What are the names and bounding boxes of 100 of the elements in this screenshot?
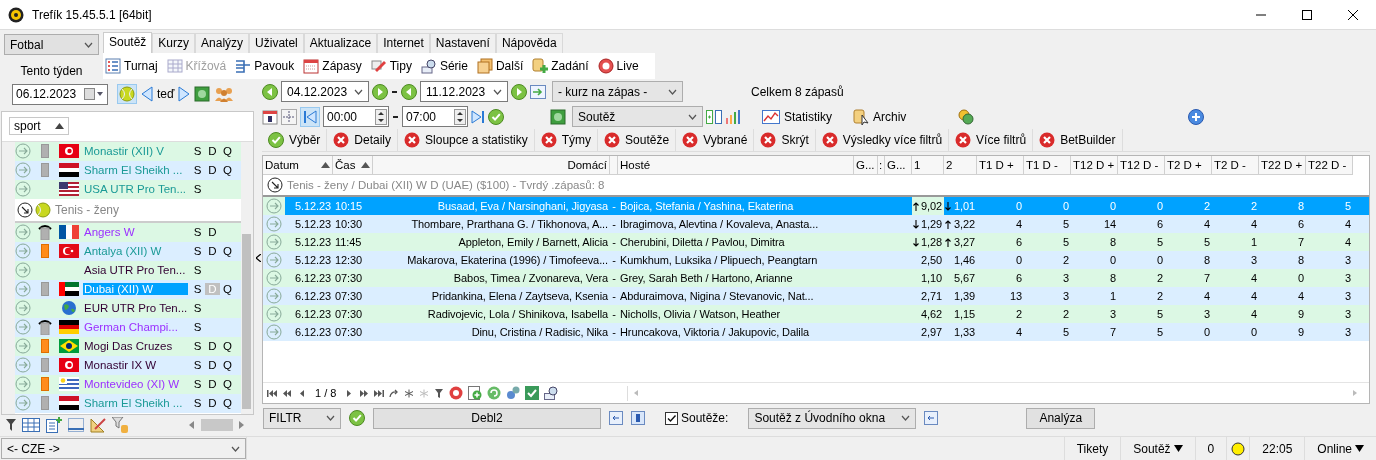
tennis-ball-button[interactable] [117, 84, 137, 105]
filter-tab[interactable]: Sloupce a statistiky [398, 129, 535, 152]
refresh-icon[interactable] [487, 386, 502, 401]
next-icon[interactable] [178, 86, 191, 103]
time-spinner[interactable]: 07:00 [402, 106, 468, 128]
menu-tab[interactable]: Internet [377, 33, 430, 53]
dotted-grid-icon[interactable] [68, 418, 84, 433]
competition-name[interactable]: Asia UTR Pro Ten... [83, 264, 188, 277]
toolbar-button[interactable]: Série [420, 58, 468, 74]
plus-icon[interactable] [1188, 108, 1205, 125]
column-header[interactable]: Datum [263, 156, 333, 176]
status-letter[interactable]: Q [220, 397, 235, 410]
filter-tab[interactable]: Detaily [327, 129, 399, 152]
status-letter[interactable]: Q [220, 283, 235, 296]
table-row[interactable]: 5.12.23 10:15 Busaad, Eva / Narsinghani, Jigyasa - Bojica, Stefania / Yashina, Ekaterina 9,02 1,01 0 0 0 0 2 2 8 5 [263, 197, 1369, 216]
status-letter[interactable]: S [190, 226, 205, 239]
stop-icon[interactable] [449, 386, 464, 401]
status-letter[interactable]: S [190, 340, 205, 353]
status-letter[interactable]: Q [220, 145, 235, 158]
menu-tab[interactable]: Aktualizace [303, 33, 378, 53]
table-icon[interactable] [22, 418, 40, 433]
status-letter[interactable]: D [205, 164, 220, 177]
scrollbar-thumb[interactable] [201, 419, 233, 432]
column-header[interactable]: T1 D + [977, 156, 1024, 176]
column-header[interactable]: G... [854, 156, 878, 176]
status-letter[interactable]: D [205, 359, 220, 372]
competition-name[interactable]: EUR UTR Pro Ten... [83, 302, 188, 315]
arrow-circle-icon[interactable] [267, 177, 283, 194]
check-box-icon[interactable] [525, 386, 540, 401]
column-header[interactable]: G... [885, 156, 912, 176]
column-header[interactable]: T12 D + [1071, 156, 1118, 176]
status-letter[interactable]: Q [220, 340, 235, 353]
status-letter[interactable]: D [205, 226, 220, 239]
status-letter[interactable]: S [190, 359, 205, 372]
competition-name[interactable]: German Champi... [83, 321, 188, 334]
toolbar-button[interactable]: Live [597, 58, 639, 74]
status-letter[interactable]: S [190, 378, 205, 391]
toolbar-button[interactable]: Turnaj [105, 58, 158, 74]
arrow-circle-icon[interactable] [17, 201, 33, 218]
archive-button[interactable]: Archiv [853, 108, 907, 125]
list-row[interactable]: Monastir (XII) V S D Q [15, 141, 241, 161]
date-dropdown[interactable]: 04.12.2023 [281, 81, 369, 103]
column-header[interactable]: Čas [333, 156, 373, 176]
column-header[interactable]: T12 D - [1118, 156, 1165, 176]
column-header[interactable]: T1 D - [1024, 156, 1071, 176]
filter-tab[interactable]: Výsledky více filtrů [815, 129, 950, 152]
status-letter[interactable]: S [190, 245, 205, 258]
competition-name[interactable]: Mogi Das Cruzes [83, 340, 188, 353]
sort-column-button[interactable]: sport [9, 117, 69, 136]
competitions-checkbox[interactable] [665, 411, 678, 425]
first-page-icon[interactable] [267, 388, 277, 398]
filter-name-field[interactable]: Debl2 [373, 407, 601, 429]
filter-icon[interactable] [434, 388, 445, 398]
toolbar-button[interactable]: Zadání [532, 58, 589, 74]
column-header[interactable]: T2 D - [1212, 156, 1259, 176]
filter-tab[interactable]: Výběr [262, 129, 328, 152]
menu-tab[interactable]: Uživatel [249, 33, 304, 53]
status-letter[interactable]: Q [220, 378, 235, 391]
filter-database-icon[interactable] [112, 417, 128, 434]
money-icon[interactable] [194, 86, 211, 103]
filter-tab[interactable]: Více filtrů [949, 129, 1034, 152]
status-letter[interactable]: D [205, 145, 220, 158]
date-dropdown[interactable]: 11.12.2023 [420, 81, 508, 103]
status-letter[interactable]: Q [220, 164, 235, 177]
competition-name[interactable]: Angers W [83, 226, 188, 239]
status-letter[interactable]: Q [220, 245, 235, 258]
coins-icon[interactable] [958, 108, 975, 125]
filter-tab[interactable]: BetBuilder [1033, 129, 1123, 152]
column-header[interactable]: : [878, 156, 885, 176]
status-letter[interactable]: Q [220, 359, 235, 372]
toolbar-button[interactable]: Zápasy [303, 58, 362, 74]
status-letter[interactable]: S [190, 302, 205, 315]
calendar-icon[interactable] [262, 108, 278, 125]
status-letter[interactable]: S [190, 183, 205, 196]
now-button[interactable]: teď [157, 87, 175, 102]
status-letter[interactable]: D [205, 245, 220, 258]
competition-name[interactable]: Monastir IX W [83, 359, 188, 372]
next-page-group-icon[interactable] [359, 388, 370, 398]
column-header[interactable]: T22 D - [1306, 156, 1353, 176]
table-row[interactable]: 6.12.23 07:30 Pridankina, Elena / Zaytseva, Ksenia - Abduraimova, Nigina / Stevanovic, Nat... 2,71 1,39 13 3 1 2 4 4 4 3 [263, 287, 1369, 306]
column-header[interactable]: T2 D + [1165, 156, 1212, 176]
time-spinner[interactable]: 00:00 [323, 106, 389, 128]
bar-chart-icon[interactable] [725, 109, 741, 124]
status-dropdown[interactable]: Online [1304, 437, 1376, 460]
status-letter[interactable]: S [190, 264, 205, 277]
status-letter[interactable]: S [190, 145, 205, 158]
column-header[interactable]: Hosté [618, 156, 854, 176]
money-icon[interactable] [550, 108, 566, 125]
table-row[interactable]: 6.12.23 07:30 Babos, Timea / Zvonareva, Vera - Grey, Sarah Beth / Hartono, Arianne 1,10 5,67 6 3 8 2 7 4 0 3 [263, 269, 1369, 288]
insert-icon[interactable] [609, 411, 623, 426]
column-header[interactable]: 1 [912, 156, 944, 176]
table-row[interactable]: 6.12.23 07:30 Dinu, Cristina / Radisic, Nika - Hruncakova, Viktoria / Jakupovic, Dalila 2,97 1,33 4 5 7 5 0 0 9 3 [263, 323, 1369, 342]
date-field[interactable]: 06.12.2023 [12, 83, 108, 105]
competition-dropdown[interactable]: Soutěž [572, 106, 703, 128]
previous-icon[interactable] [141, 86, 153, 103]
status-letter[interactable]: D [205, 397, 220, 410]
status-dropdown[interactable]: Soutěž [1120, 437, 1195, 460]
scrollbar-thumb[interactable] [242, 233, 252, 409]
competition-name[interactable]: Montevideo (XI) W [83, 378, 188, 391]
filter-icon[interactable] [6, 419, 16, 432]
